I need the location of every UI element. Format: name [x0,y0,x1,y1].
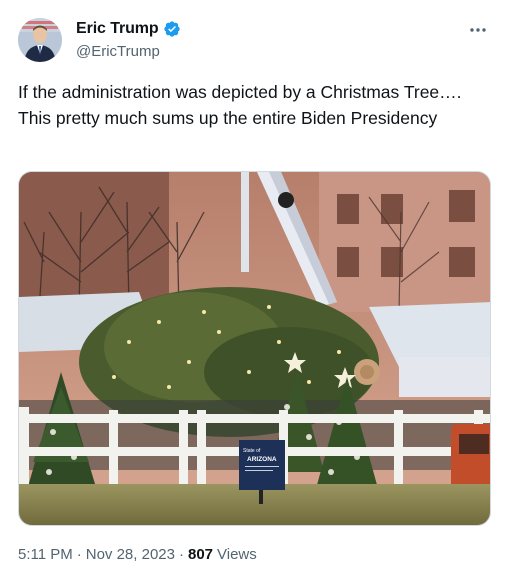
tweet-meta: 5:11 PM · Nov 28, 2023 · 807 Views [18,546,257,563]
author-display-name[interactable]: Eric Trump [76,20,159,38]
sign-line1: State of [243,448,261,454]
more-dots-icon[interactable] [466,18,490,42]
meta-separator: · [76,546,82,563]
tweet-text: If the administration was depicted by a … [18,82,462,128]
author-name-row[interactable]: Eric Trump [76,20,181,38]
tweet-card: Eric Trump @EricTrump If the administrat… [0,0,508,586]
tweet-time[interactable]: 5:11 PM [18,546,73,563]
sign-line2: ARIZONA [247,456,277,463]
avatar[interactable] [18,18,62,62]
tweet-media-image[interactable]: State of ARIZONA [18,171,491,526]
views-label: Views [217,546,257,563]
meta-separator: · [178,546,184,563]
tweet-date[interactable]: Nov 28, 2023 [86,546,175,563]
author-handle[interactable]: @EricTrump [76,43,160,60]
verified-badge-icon [163,20,181,38]
views-count[interactable]: 807 [188,546,213,563]
